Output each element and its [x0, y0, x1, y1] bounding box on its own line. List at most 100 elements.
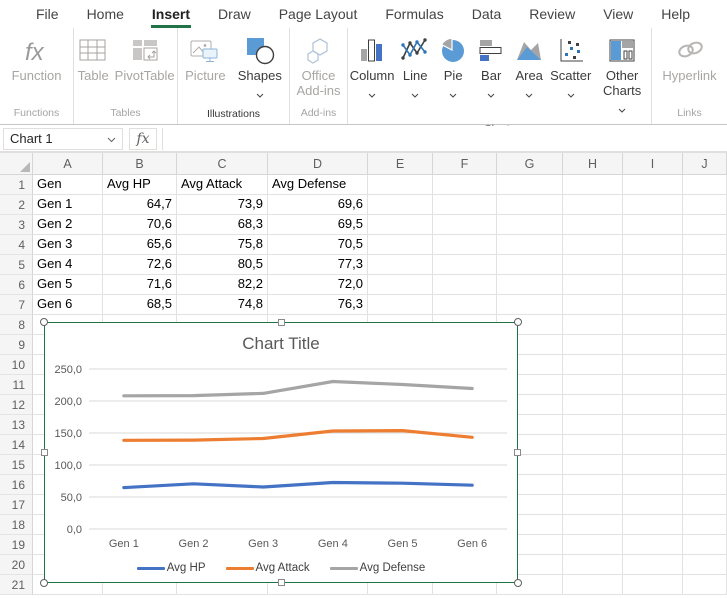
- resize-handle-bottom-left[interactable]: [40, 579, 48, 587]
- cell-J16[interactable]: [683, 475, 727, 495]
- cell-F2[interactable]: [433, 195, 497, 215]
- cell-A2[interactable]: Gen 1: [33, 195, 103, 215]
- cell-D1[interactable]: Avg Defense: [268, 175, 368, 195]
- cell-H7[interactable]: [563, 295, 623, 315]
- cell-D3[interactable]: 69,5: [268, 215, 368, 235]
- row-header-21[interactable]: 21: [0, 575, 33, 595]
- pivottable-button[interactable]: PivotTable: [112, 32, 177, 85]
- column-header-B[interactable]: B: [103, 153, 177, 175]
- column-header-F[interactable]: F: [433, 153, 497, 175]
- line-chart-button[interactable]: Line: [396, 32, 434, 105]
- tab-page-layout[interactable]: Page Layout: [265, 1, 372, 28]
- cell-I18[interactable]: [623, 515, 683, 535]
- cell-H15[interactable]: [563, 455, 623, 475]
- hyperlink-button[interactable]: Hyperlink: [657, 32, 721, 85]
- shapes-button[interactable]: Shapes: [233, 32, 287, 105]
- row-header-8[interactable]: 8: [0, 315, 33, 335]
- cell-J7[interactable]: [683, 295, 727, 315]
- cell-J13[interactable]: [683, 415, 727, 435]
- cell-J6[interactable]: [683, 275, 727, 295]
- tab-data[interactable]: Data: [458, 1, 516, 28]
- cell-E6[interactable]: [368, 275, 433, 295]
- column-header-D[interactable]: D: [268, 153, 368, 175]
- cell-I17[interactable]: [623, 495, 683, 515]
- cell-I3[interactable]: [623, 215, 683, 235]
- cell-E7[interactable]: [368, 295, 433, 315]
- resize-handle-top-middle[interactable]: [278, 319, 285, 326]
- cell-B3[interactable]: 70,6: [103, 215, 177, 235]
- area-chart-button[interactable]: Area: [510, 32, 548, 105]
- cell-J9[interactable]: [683, 335, 727, 355]
- other-charts-button[interactable]: Other Charts: [593, 32, 651, 120]
- row-header-12[interactable]: 12: [0, 395, 33, 415]
- cell-J14[interactable]: [683, 435, 727, 455]
- cell-I1[interactable]: [623, 175, 683, 195]
- tab-formulas[interactable]: Formulas: [371, 1, 457, 28]
- resize-handle-right-middle[interactable]: [514, 449, 521, 456]
- cell-E3[interactable]: [368, 215, 433, 235]
- column-header-J[interactable]: J: [683, 153, 727, 175]
- cell-F3[interactable]: [433, 215, 497, 235]
- cell-B2[interactable]: 64,7: [103, 195, 177, 215]
- cell-J1[interactable]: [683, 175, 727, 195]
- cell-I8[interactable]: [623, 315, 683, 335]
- cell-H2[interactable]: [563, 195, 623, 215]
- cell-F5[interactable]: [433, 255, 497, 275]
- cell-E4[interactable]: [368, 235, 433, 255]
- cell-D2[interactable]: 69,6: [268, 195, 368, 215]
- row-header-19[interactable]: 19: [0, 535, 33, 555]
- cell-A3[interactable]: Gen 2: [33, 215, 103, 235]
- cell-A4[interactable]: Gen 3: [33, 235, 103, 255]
- legend-item-avg-defense[interactable]: Avg Defense: [330, 562, 426, 574]
- row-header-1[interactable]: 1: [0, 175, 33, 195]
- row-header-9[interactable]: 9: [0, 335, 33, 355]
- cell-H14[interactable]: [563, 435, 623, 455]
- cell-H20[interactable]: [563, 555, 623, 575]
- function-button[interactable]: fx Function: [7, 32, 67, 85]
- row-header-5[interactable]: 5: [0, 255, 33, 275]
- tab-home[interactable]: Home: [73, 1, 138, 28]
- cell-C6[interactable]: 82,2: [177, 275, 268, 295]
- cell-G4[interactable]: [497, 235, 563, 255]
- column-header-E[interactable]: E: [368, 153, 433, 175]
- cell-D6[interactable]: 72,0: [268, 275, 368, 295]
- picture-button[interactable]: Picture: [180, 32, 230, 85]
- cell-H3[interactable]: [563, 215, 623, 235]
- row-header-4[interactable]: 4: [0, 235, 33, 255]
- legend-item-avg-hp[interactable]: Avg HP: [137, 562, 206, 574]
- resize-handle-bottom-right[interactable]: [514, 579, 522, 587]
- legend-item-avg-attack[interactable]: Avg Attack: [226, 562, 310, 574]
- resize-handle-top-left[interactable]: [40, 318, 48, 326]
- cell-I13[interactable]: [623, 415, 683, 435]
- name-box[interactable]: Chart 1: [3, 128, 123, 150]
- cell-F7[interactable]: [433, 295, 497, 315]
- cell-D5[interactable]: 77,3: [268, 255, 368, 275]
- row-header-2[interactable]: 2: [0, 195, 33, 215]
- cell-B7[interactable]: 68,5: [103, 295, 177, 315]
- cell-B6[interactable]: 71,6: [103, 275, 177, 295]
- cell-I10[interactable]: [623, 355, 683, 375]
- cell-I2[interactable]: [623, 195, 683, 215]
- cell-H1[interactable]: [563, 175, 623, 195]
- select-all-corner[interactable]: [0, 153, 33, 175]
- cell-H6[interactable]: [563, 275, 623, 295]
- cell-C7[interactable]: 74,8: [177, 295, 268, 315]
- column-header-C[interactable]: C: [177, 153, 268, 175]
- cell-G3[interactable]: [497, 215, 563, 235]
- cell-C3[interactable]: 68,3: [177, 215, 268, 235]
- cell-H9[interactable]: [563, 335, 623, 355]
- column-header-H[interactable]: H: [563, 153, 623, 175]
- row-header-3[interactable]: 3: [0, 215, 33, 235]
- cell-A6[interactable]: Gen 5: [33, 275, 103, 295]
- cell-J2[interactable]: [683, 195, 727, 215]
- tab-help[interactable]: Help: [647, 1, 704, 28]
- cell-I15[interactable]: [623, 455, 683, 475]
- cell-E5[interactable]: [368, 255, 433, 275]
- row-header-16[interactable]: 16: [0, 475, 33, 495]
- cell-A1[interactable]: Gen: [33, 175, 103, 195]
- cell-I14[interactable]: [623, 435, 683, 455]
- cell-J21[interactable]: [683, 575, 727, 595]
- cell-G2[interactable]: [497, 195, 563, 215]
- row-header-13[interactable]: 13: [0, 415, 33, 435]
- cell-J19[interactable]: [683, 535, 727, 555]
